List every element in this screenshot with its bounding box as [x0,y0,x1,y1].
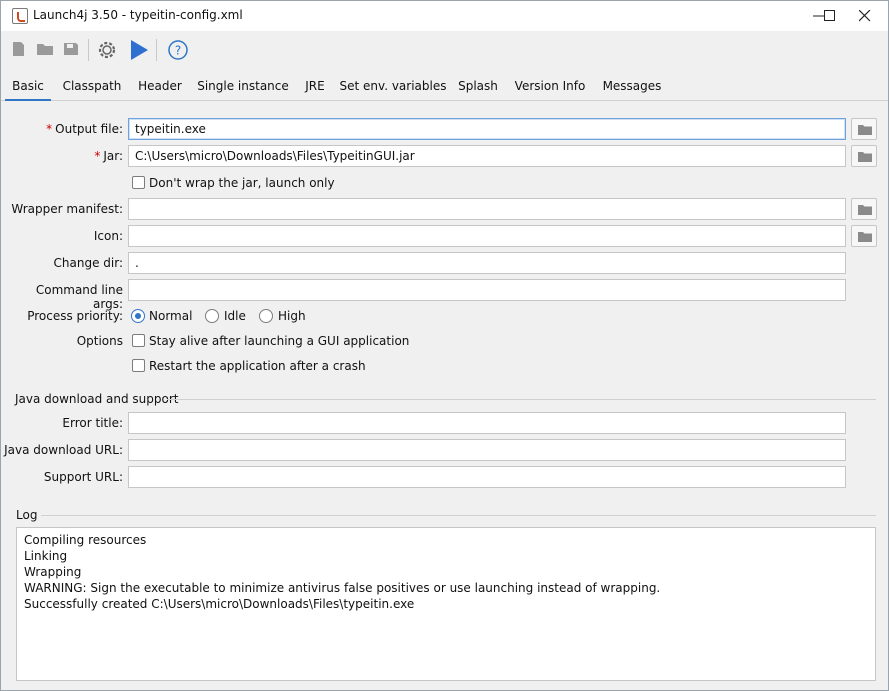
wrapper-manifest-label: Wrapper manifest: [11,202,123,216]
output-file-label: * Output file: [46,122,123,136]
stay-alive-label: Stay alive after launching a GUI applica… [149,334,410,348]
toolbar: ? [1,31,888,67]
tab-basic[interactable]: Basic [5,71,51,101]
priority-high-radio[interactable] [259,309,273,323]
jar-field[interactable] [128,145,846,167]
folder-icon [858,205,872,215]
log-textarea[interactable]: Compiling resources Linking Wrapping WAR… [16,527,876,681]
log-line: Compiling resources [24,533,147,547]
new-button[interactable] [6,36,32,62]
icon-field[interactable] [128,225,846,247]
build-wrapper-gear-icon [98,41,116,59]
priority-normal-radio[interactable] [131,309,145,323]
tab-single-instance[interactable]: Single instance [194,71,292,101]
save-button[interactable] [58,36,84,62]
svg-text:?: ? [175,44,181,58]
build-wrapper-button[interactable] [93,36,119,62]
tab-jre[interactable]: JRE [299,71,331,101]
output-file-browse-button[interactable] [851,118,877,140]
required-marker: * [94,149,101,163]
log-line: WARNING: Sign the executable to minimize… [24,581,661,595]
change-dir-field[interactable] [128,252,846,274]
priority-idle-radio[interactable] [205,309,219,323]
java-download-section-title: Java download and support [15,392,179,406]
restart-label: Restart the application after a crash [149,359,366,373]
help-button[interactable]: ? [164,36,190,62]
tab-header[interactable]: Header [133,71,187,101]
tab-strip: Basic Classpath Header Single instance J… [1,71,888,101]
new-icon [13,42,24,56]
wrapper-manifest-field[interactable] [128,198,846,220]
priority-normal-label: Normal [149,309,193,323]
close-icon [859,10,871,22]
support-url-field[interactable] [128,466,846,488]
tab-splash[interactable]: Splash [454,71,502,101]
folder-icon [858,232,872,242]
section-divider [167,399,876,400]
log-line: Wrapping [24,565,82,579]
app-window: Launch4j 3.50 - typeitin-config.xml ? Ba… [0,0,889,691]
folder-icon [858,125,872,135]
restart-checkbox[interactable] [132,359,145,372]
maximize-icon [824,10,835,21]
log-line: Linking [24,549,68,563]
window-title: Launch4j 3.50 - typeitin-config.xml [33,8,243,22]
log-title: Log [16,508,38,522]
error-title-label: Error title: [62,416,123,430]
java-download-url-label: Java download URL: [4,443,123,457]
open-icon [37,44,53,55]
java-download-url-field[interactable] [128,439,846,461]
change-dir-label: Change dir: [53,256,123,270]
title-bar[interactable]: Launch4j 3.50 - typeitin-config.xml [1,1,888,31]
dont-wrap-checkbox[interactable] [132,176,145,189]
run-button[interactable] [125,36,151,62]
icon-label: Icon: [93,229,123,243]
wrapper-manifest-browse-button[interactable] [851,198,877,220]
required-marker: * [46,122,53,136]
stay-alive-checkbox[interactable] [132,334,145,347]
tab-version-info[interactable]: Version Info [510,71,590,101]
jar-label: * Jar: [94,149,123,163]
command-line-args-field[interactable] [128,279,846,301]
tab-classpath[interactable]: Classpath [57,71,127,101]
help-icon: ? [168,40,188,60]
java-app-icon [12,8,28,24]
options-label: Options [76,334,123,348]
priority-idle-label: Idle [224,309,246,323]
priority-high-label: High [278,309,306,323]
close-button[interactable] [842,1,888,31]
command-line-args-label: Command line args: [35,283,123,311]
save-icon [64,43,78,55]
tab-messages[interactable]: Messages [598,71,666,101]
output-file-field[interactable] [128,118,846,140]
run-play-icon [131,40,148,60]
toolbar-separator [156,39,157,61]
basic-panel: *Output file: *Jar: Don't wrap the jar, … [1,102,888,690]
log-line: Successfully created C:\Users\micro\Down… [24,597,415,611]
dont-wrap-label: Don't wrap the jar, launch only [149,176,335,190]
jar-browse-button[interactable] [851,145,877,167]
icon-browse-button[interactable] [851,225,877,247]
support-url-label: Support URL: [43,470,123,484]
open-button[interactable] [32,36,58,62]
tab-set-env-variables[interactable]: Set env. variables [338,71,448,101]
toolbar-separator [88,39,89,61]
error-title-field[interactable] [128,412,846,434]
folder-icon [858,152,872,162]
process-priority-label: Process priority: [27,309,123,323]
section-divider [41,515,876,516]
